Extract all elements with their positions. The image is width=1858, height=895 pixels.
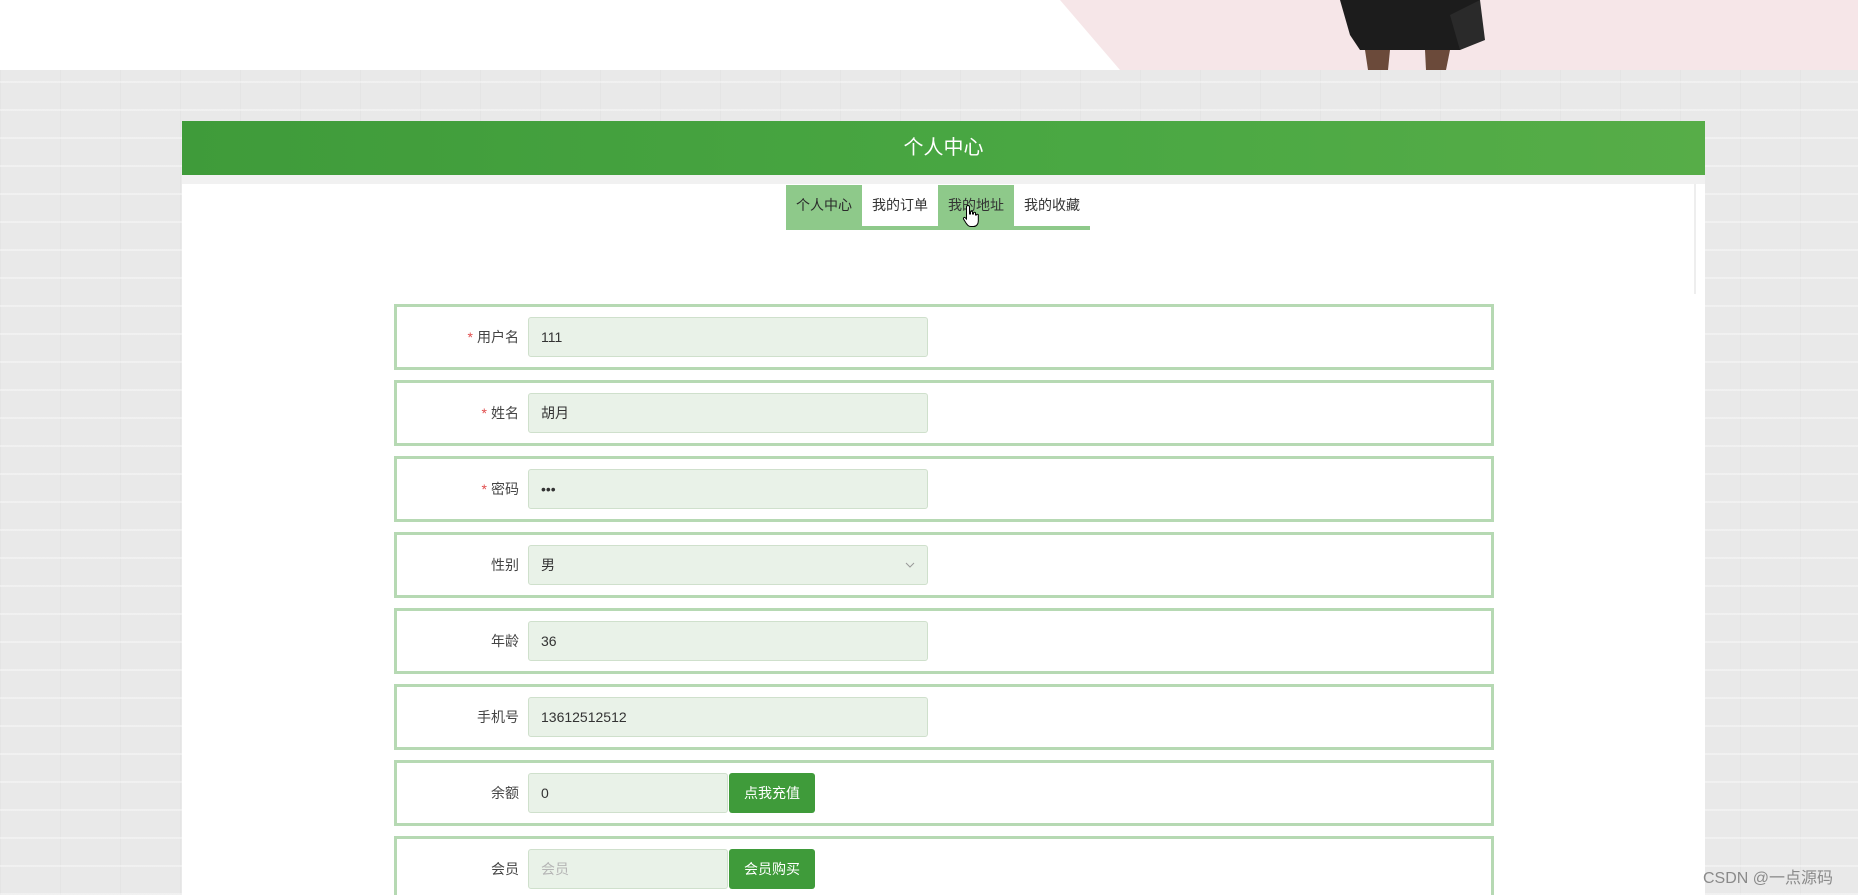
balance-label: 余额 [491, 785, 519, 801]
gender-select[interactable]: 男 [528, 545, 928, 585]
recharge-button[interactable]: 点我充值 [729, 773, 815, 813]
phone-label: 手机号 [477, 709, 519, 725]
hand-cursor-icon [962, 204, 979, 227]
page-title: 个人中心 [182, 121, 1705, 175]
member-input[interactable]: 会员 [528, 849, 728, 889]
form-row-age: 年龄 36 [394, 608, 1494, 674]
tab-my-orders[interactable]: 我的订单 [862, 185, 938, 226]
balance-input[interactable]: 0 [528, 773, 728, 813]
form-row-gender: 性别 男 [394, 532, 1494, 598]
password-label: * 密码 [481, 481, 519, 497]
chevron-down-icon [905, 562, 915, 568]
username-input[interactable]: 111 [528, 317, 928, 357]
member-label: 会员 [491, 861, 519, 877]
gender-selected-value: 男 [541, 557, 555, 573]
header-divider [182, 175, 1705, 184]
name-input[interactable]: 胡月 [528, 393, 928, 433]
banner-figure-image [1340, 0, 1485, 70]
gender-label: 性别 [491, 557, 519, 573]
name-label: * 姓名 [481, 405, 519, 421]
form-row-password: * 密码 ••• [394, 456, 1494, 522]
tab-personal-center[interactable]: 个人中心 [786, 185, 862, 226]
watermark: CSDN @一点源码 [1703, 870, 1834, 887]
phone-input[interactable]: 13612512512 [528, 697, 928, 737]
username-label: * 用户名 [467, 329, 519, 345]
tab-my-favorites[interactable]: 我的收藏 [1014, 185, 1090, 226]
form-row-balance: 余额 0 点我充值 [394, 760, 1494, 826]
form-row-name: * 姓名 胡月 [394, 380, 1494, 446]
password-input[interactable]: ••• [528, 469, 928, 509]
age-label: 年龄 [491, 633, 519, 649]
top-banner [0, 0, 1858, 70]
form-row-phone: 手机号 13612512512 [394, 684, 1494, 750]
panel-divider [1694, 184, 1696, 294]
form-row-username: * 用户名 111 [394, 304, 1494, 370]
form-row-member: 会员 会员 会员购买 [394, 836, 1494, 895]
profile-tabs: 个人中心 我的订单 我的地址 我的收藏 [786, 185, 1090, 230]
age-input[interactable]: 36 [528, 621, 928, 661]
buy-membership-button[interactable]: 会员购买 [729, 849, 815, 889]
